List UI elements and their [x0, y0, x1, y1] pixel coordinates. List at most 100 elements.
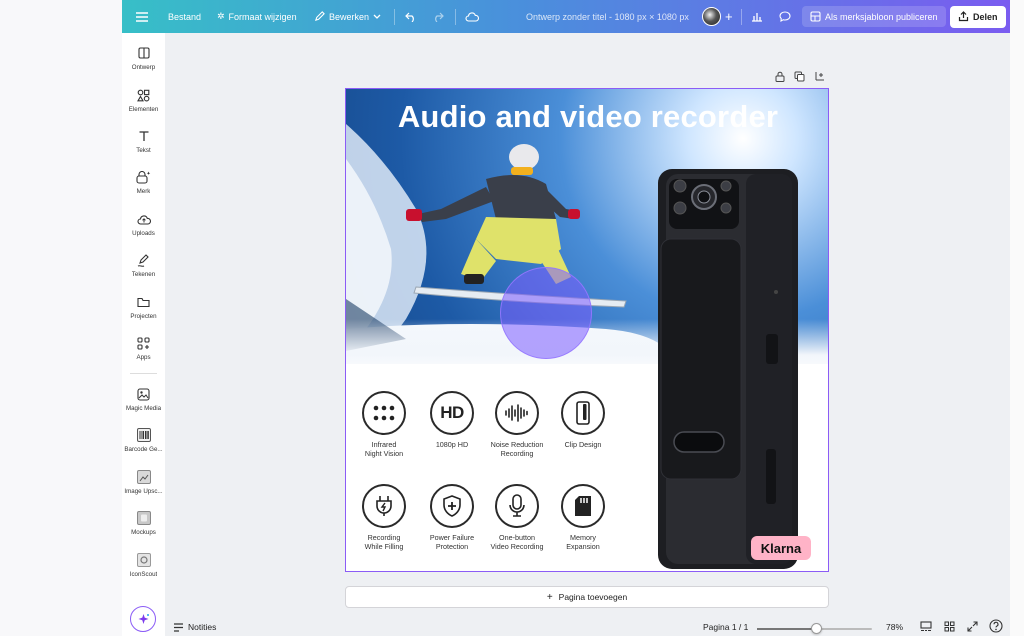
waveform-icon	[505, 404, 528, 422]
bar-chart-icon	[752, 13, 762, 22]
layout-icon	[137, 47, 150, 59]
notes-button[interactable]: Notities	[173, 622, 216, 632]
page-view-button[interactable]	[920, 621, 932, 634]
shapes-icon	[137, 89, 150, 101]
brand-template-icon	[810, 11, 821, 22]
fullscreen-button[interactable]	[967, 621, 978, 634]
sidebar-item-design[interactable]: Ontwerp	[122, 45, 165, 71]
sidebar-item-iconscout[interactable]: IconScout	[122, 552, 165, 578]
feature-icon-circle	[561, 484, 605, 528]
insights-button[interactable]	[751, 11, 763, 22]
zoom-level[interactable]: 78%	[886, 622, 903, 632]
feature-caption: Memory Expansion	[566, 533, 600, 551]
page-view-icon	[920, 621, 932, 632]
add-page-icon[interactable]	[814, 71, 825, 82]
sidebar-item-uploads[interactable]: Uploads	[122, 211, 165, 237]
hd-icon: HD	[440, 403, 464, 422]
sidebar-item-label: Mockups	[131, 529, 156, 536]
sparkle-icon: ✲	[217, 11, 225, 21]
iconscout-icon	[136, 553, 151, 567]
add-page-button[interactable]: + Pagina toevoegen	[345, 586, 829, 608]
grid-view-button[interactable]	[944, 621, 955, 634]
page-indicator-label: Pagina 1 / 1	[703, 622, 749, 632]
sidebar-item-label: Apps	[136, 354, 151, 361]
sidebar-item-barcode-generator[interactable]: Barcode Ge...	[122, 427, 165, 453]
sidebar-divider	[130, 373, 157, 374]
charging-icon	[376, 496, 392, 516]
sidebar-item-projects[interactable]: Projecten	[122, 294, 165, 320]
edit-menu[interactable]: Bewerken	[314, 11, 381, 22]
magic-assistant-button[interactable]	[130, 606, 156, 632]
grid-view-icon	[944, 621, 955, 632]
cloud-sync-button[interactable]	[465, 11, 479, 22]
edit-label: Bewerken	[329, 11, 370, 22]
menu-button[interactable]	[136, 11, 148, 22]
recorder-device-image[interactable]	[646, 164, 806, 572]
publish-template-label: Als merksjabloon publiceren	[825, 11, 938, 22]
hamburger-icon	[136, 11, 148, 22]
avatar[interactable]	[702, 7, 721, 26]
plus-icon: +	[546, 591, 553, 603]
bottom-bar: Notities Pagina 1 / 1 78%	[165, 618, 1010, 636]
top-toolbar: Bestand ✲ Formaat wijzigen Bewerken Ontw…	[122, 0, 1010, 33]
sidebar-item-text[interactable]: Tekst	[122, 128, 165, 154]
notes-label: Notities	[188, 622, 217, 632]
resize-button[interactable]: ✲ Formaat wijzigen	[217, 11, 297, 22]
sidebar-item-elements[interactable]: Elementen	[122, 87, 165, 113]
feature-clip-design[interactable]: Clip Design	[543, 391, 623, 450]
right-edge	[1010, 0, 1024, 636]
shield-plus-icon	[443, 495, 461, 517]
feature-caption: Clip Design	[564, 440, 602, 449]
undo-button[interactable]	[405, 12, 417, 22]
feature-icon-circle	[495, 391, 539, 435]
zoom-slider-fill	[757, 628, 817, 630]
document-title[interactable]: Ontwerp zonder titel - 1080 px × 1080 px	[526, 12, 689, 22]
sidebar-item-magic-media[interactable]: Magic Media	[122, 386, 165, 412]
publish-template-button[interactable]: Als merksjabloon publiceren	[802, 6, 946, 27]
toolbar-divider	[394, 8, 395, 25]
feature-icon-circle	[362, 391, 406, 435]
help-button[interactable]	[989, 619, 1003, 635]
duplicate-icon[interactable]	[794, 71, 805, 82]
left-sidebar: Ontwerp Elementen Tekst Merk Uploads Tek…	[122, 33, 165, 636]
cursor-highlight	[500, 267, 592, 359]
lock-icon[interactable]	[775, 71, 785, 82]
redo-button[interactable]	[432, 12, 444, 22]
document-title-label: Ontwerp zonder titel - 1080 px × 1080 px	[526, 11, 689, 22]
clip-icon	[576, 401, 590, 425]
page-indicator[interactable]: Pagina 1 / 1	[703, 622, 748, 632]
feature-icon-circle: HD	[430, 391, 474, 435]
image-upscaler-icon	[136, 470, 151, 484]
toolbar-divider	[455, 8, 456, 25]
feature-icon-circle	[362, 484, 406, 528]
feature-memory-expansion[interactable]: Memory Expansion	[543, 484, 623, 551]
klarna-badge[interactable]: Klarna	[751, 536, 811, 560]
design-headline[interactable]: Audio and video recorder	[346, 99, 828, 135]
sidebar-item-mockups[interactable]: Mockups	[122, 510, 165, 536]
file-menu[interactable]: Bestand	[168, 12, 201, 22]
mockups-icon	[136, 511, 151, 525]
sidebar-item-image-upscaler[interactable]: Image Upsc...	[122, 469, 165, 495]
share-upload-icon	[958, 11, 969, 22]
sidebar-item-label: Tekst	[136, 147, 151, 154]
zoom-level-label: 78%	[886, 622, 904, 632]
folder-icon	[137, 297, 150, 307]
sidebar-item-label: Barcode Ge...	[124, 446, 163, 453]
magic-media-icon	[137, 387, 150, 401]
add-collaborator-button[interactable]: +	[725, 9, 733, 24]
sidebar-item-draw[interactable]: Tekenen	[122, 252, 165, 278]
sidebar-item-label: Image Upsc...	[124, 488, 163, 495]
sidebar-item-apps[interactable]: Apps	[122, 335, 165, 361]
sparkle-icon	[138, 613, 149, 624]
page-tools	[775, 71, 825, 82]
sidebar-item-brand[interactable]: Merk	[122, 169, 165, 195]
sidebar-item-label: Elementen	[128, 106, 159, 113]
feature-icon-circle	[561, 391, 605, 435]
resize-label: Formaat wijzigen	[228, 11, 297, 22]
share-button[interactable]: Delen	[950, 5, 1006, 28]
text-icon	[139, 131, 148, 141]
add-page-label: Pagina toevoegen	[558, 592, 628, 602]
feature-icon-circle	[430, 484, 474, 528]
sidebar-item-label: Tekenen	[131, 271, 156, 278]
comments-button[interactable]	[779, 11, 791, 22]
